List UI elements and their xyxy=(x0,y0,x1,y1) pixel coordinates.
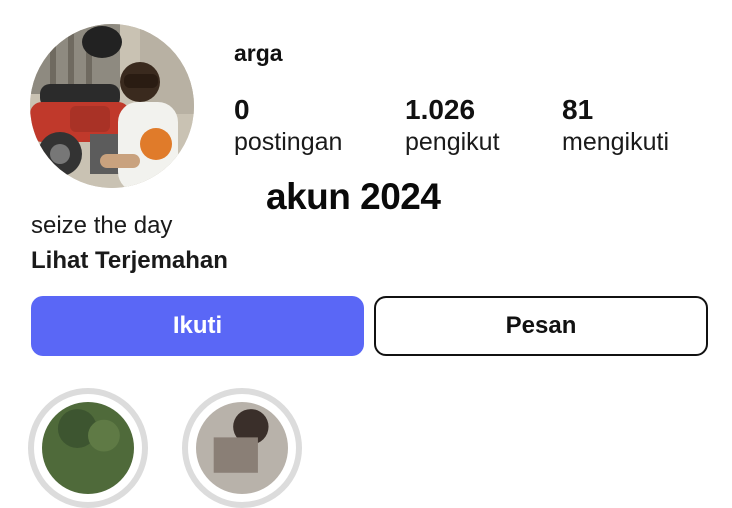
story-highlight[interactable] xyxy=(28,388,148,508)
stat-posts-count: 0 xyxy=(234,94,250,125)
stat-following[interactable]: 81 mengikuti xyxy=(562,94,669,158)
story-highlight-thumbnail xyxy=(196,402,288,494)
message-button-label: Pesan xyxy=(505,312,577,339)
stat-posts-label: postingan xyxy=(234,128,343,156)
stat-following-label: mengikuti xyxy=(562,128,669,156)
message-button[interactable]: Pesan xyxy=(374,296,708,356)
profile-username: arga xyxy=(234,40,283,66)
overlay-caption: akun 2024 xyxy=(266,176,441,217)
story-highlight-thumbnail xyxy=(42,402,134,494)
profile-avatar[interactable] xyxy=(30,24,194,188)
stat-followers-count: 1.026 xyxy=(405,94,476,125)
stat-followers[interactable]: 1.026 pengikut xyxy=(405,94,500,158)
stat-following-count: 81 xyxy=(562,94,594,125)
follow-button-label: Ikuti xyxy=(172,312,223,339)
profile-bio: seize the day xyxy=(31,212,173,239)
avatar-photo xyxy=(30,24,194,188)
stat-posts[interactable]: 0 postingan xyxy=(234,94,342,158)
translate-link[interactable]: Lihat Terjemahan xyxy=(31,247,228,275)
story-highlight[interactable] xyxy=(182,388,302,508)
follow-button[interactable]: Ikuti xyxy=(31,296,364,356)
stat-followers-label: pengikut xyxy=(405,128,500,156)
